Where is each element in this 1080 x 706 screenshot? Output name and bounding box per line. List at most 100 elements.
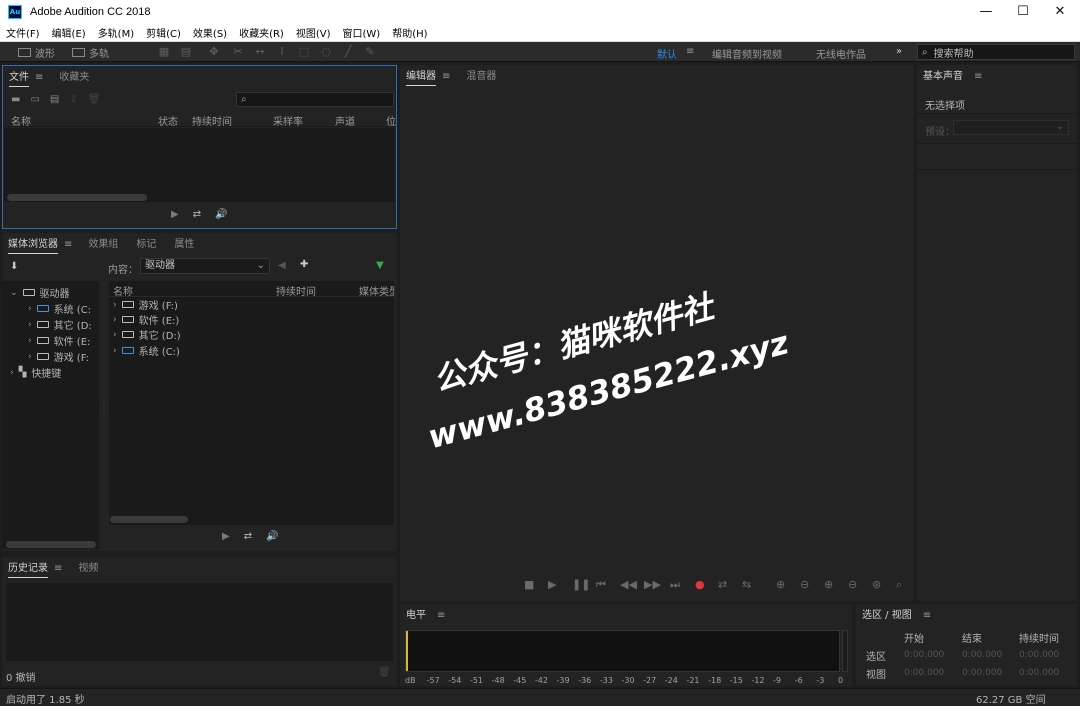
col-sample-rate[interactable]: 采样率 (273, 113, 303, 128)
auto-play-icon[interactable]: 🔊 (266, 531, 278, 542)
tab-markers[interactable]: 标记 (136, 235, 156, 253)
new-file-icon[interactable]: ▤ (50, 94, 59, 105)
tab-video[interactable]: 视频 (78, 559, 98, 577)
selection-duration[interactable]: 0:00.000 (1019, 650, 1059, 660)
razor-tool-icon[interactable]: ✂ (232, 46, 244, 58)
tab-mixer[interactable]: 混音器 (466, 67, 496, 85)
workspace-radio[interactable]: 无线电作品 (816, 46, 866, 61)
minimize-button[interactable]: — (968, 0, 1004, 24)
col-channels[interactable]: 声道 (335, 113, 355, 128)
menu-edit[interactable]: 编辑(E) (46, 25, 92, 40)
tab-media-browser[interactable]: 媒体浏览器 (8, 235, 58, 254)
zoom-selection-icon[interactable]: ⌕ (896, 578, 902, 592)
col-status[interactable]: 状态 (158, 113, 178, 128)
panel-menu-icon[interactable]: ≡ (437, 610, 445, 621)
add-shortcut-icon[interactable]: ✚ (300, 259, 308, 270)
spot-healing-icon[interactable]: ✎ (364, 46, 376, 58)
list-item[interactable]: › 游戏 (F:) (113, 297, 178, 313)
tab-files[interactable]: 文件 (9, 68, 29, 87)
fast-forward-icon[interactable]: ▶▶ (644, 578, 661, 591)
menu-help[interactable]: 帮助(H) (386, 25, 433, 40)
zoom-in-amplitude-icon[interactable]: ⊕ (776, 578, 785, 591)
loop-icon[interactable]: ⇄ (244, 531, 252, 542)
media-scrollbar[interactable] (110, 516, 188, 523)
maximize-button[interactable]: ☐ (1005, 0, 1041, 24)
panel-menu-icon[interactable]: ≡ (923, 610, 931, 621)
play-icon[interactable]: ▶ (548, 578, 556, 591)
files-list[interactable] (4, 128, 395, 202)
import-icon[interactable]: ▭ (30, 94, 39, 105)
record-icon[interactable]: ● (695, 578, 705, 591)
tab-selection-view[interactable]: 选区 / 视图 (862, 606, 912, 624)
move-tool-icon[interactable]: ✥ (208, 46, 220, 58)
slip-tool-icon[interactable]: ↔ (254, 46, 266, 58)
skip-selection-icon[interactable]: ⇆ (742, 578, 751, 591)
play-icon[interactable]: ▶ (171, 209, 179, 220)
waveform-view-button[interactable]: 波形 (18, 44, 55, 60)
export-icon[interactable]: ⇪ (69, 94, 77, 105)
selection-end[interactable]: 0:00.000 (962, 650, 1002, 660)
menu-file[interactable]: 文件(F) (0, 25, 46, 40)
open-folder-icon[interactable]: ▬ (11, 94, 20, 105)
brush-tool-icon[interactable]: ╱ (342, 46, 354, 58)
pause-icon[interactable]: ❚❚ (572, 578, 590, 591)
list-item[interactable]: › 系统 (C:) (113, 343, 180, 359)
tab-basic-sound[interactable]: 基本声音 (923, 67, 963, 85)
workspace-more-icon[interactable]: » (896, 46, 902, 57)
multitrack-view-button[interactable]: 多轨 (72, 44, 109, 60)
lasso-tool-icon[interactable]: ◌ (320, 46, 332, 58)
zoom-out-amplitude-icon[interactable]: ⊖ (800, 578, 809, 591)
marquee-tool-icon[interactable]: ⬚ (298, 46, 310, 58)
col-name[interactable]: 名称 (11, 113, 31, 128)
panel-menu-icon[interactable]: ≡ (974, 71, 982, 82)
tab-properties[interactable]: 属性 (174, 235, 194, 253)
col-bits[interactable]: 位 (386, 113, 396, 128)
list-item[interactable]: › 其它 (D:) (113, 327, 181, 343)
tab-effects-rack[interactable]: 效果组 (88, 235, 118, 253)
filter-icon[interactable]: ▼ (376, 260, 384, 271)
tab-editor[interactable]: 编辑器 (406, 67, 436, 86)
go-to-start-icon[interactable]: ⏮ (596, 578, 606, 592)
menu-effects[interactable]: 效果(S) (187, 25, 233, 40)
media-col-name[interactable]: 名称 (113, 283, 133, 298)
workspace-edit-video[interactable]: 编辑音频到视频 (712, 46, 782, 61)
menu-favorites[interactable]: 收藏夹(R) (233, 25, 290, 40)
workspace-menu-icon[interactable]: ≡ (686, 46, 694, 57)
panel-menu-icon[interactable]: ≡ (54, 563, 62, 574)
menu-view[interactable]: 视图(V) (290, 25, 337, 40)
panel-menu-icon[interactable]: ≡ (64, 239, 72, 250)
spectral-frequency-icon[interactable]: ▦ (158, 46, 170, 58)
back-arrow-icon[interactable]: ◀ (278, 260, 286, 271)
loop-icon[interactable]: ⇄ (193, 209, 201, 220)
drive-menu-icon[interactable]: ⬇ (10, 261, 18, 272)
play-icon[interactable]: ▶ (222, 531, 230, 542)
media-col-type[interactable]: 媒体类型 (359, 283, 394, 298)
list-item[interactable]: › 软件 (E:) (113, 312, 179, 328)
tree-shortcuts[interactable]: › ▚ 快捷键 (10, 365, 61, 380)
close-button[interactable]: ✕ (1042, 0, 1078, 24)
history-list[interactable] (6, 583, 393, 661)
menu-window[interactable]: 窗口(W) (337, 25, 387, 40)
stop-icon[interactable]: ■ (524, 578, 534, 591)
tree-item[interactable]: › 其它 (D: (28, 317, 92, 333)
spectral-pitch-icon[interactable]: ▤ (180, 46, 192, 58)
tree-item[interactable]: › 系统 (C: (28, 301, 91, 317)
files-search-input[interactable]: ⌕ (236, 92, 394, 107)
menu-multitrack[interactable]: 多轨(M) (92, 25, 140, 40)
panel-menu-icon[interactable]: ≡ (442, 71, 450, 82)
selection-start[interactable]: 0:00.000 (904, 650, 944, 660)
tab-history[interactable]: 历史记录 (8, 559, 48, 578)
rewind-icon[interactable]: ◀◀ (620, 578, 637, 591)
auto-play-icon[interactable]: 🔊 (215, 209, 227, 220)
tree-scrollbar[interactable] (6, 541, 96, 548)
content-select[interactable]: 驱动器 ⌄ (140, 258, 270, 274)
zoom-full-icon[interactable]: ⊛ (872, 578, 881, 591)
zoom-in-time-icon[interactable]: ⊕ (824, 578, 833, 591)
go-to-end-icon[interactable]: ⏭ (670, 578, 680, 592)
tree-item[interactable]: › 游戏 (F: (28, 349, 89, 365)
splitter-handle[interactable]: ⋮ (100, 281, 108, 549)
tab-favorites[interactable]: 收藏夹 (59, 68, 89, 86)
zoom-out-time-icon[interactable]: ⊖ (848, 578, 857, 591)
loop-playback-icon[interactable]: ⇄ (718, 578, 727, 591)
view-start[interactable]: 0:00.000 (904, 668, 944, 678)
